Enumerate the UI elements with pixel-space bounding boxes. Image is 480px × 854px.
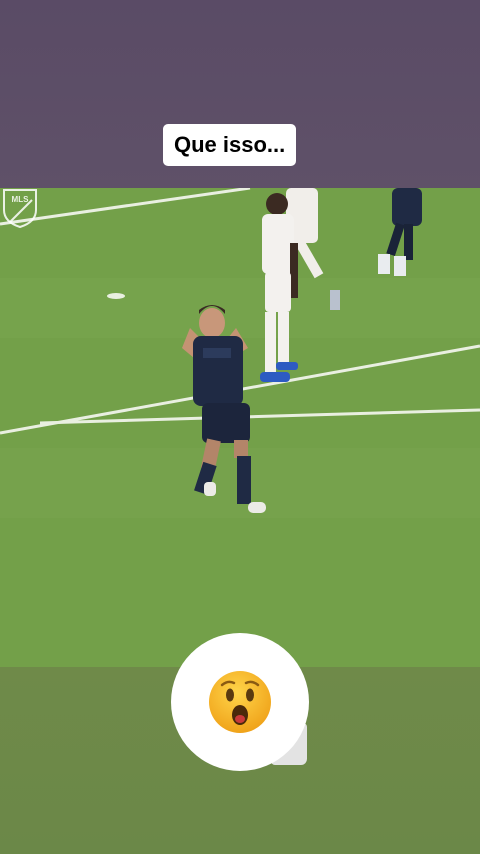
caption-box: Que isso... xyxy=(163,124,297,166)
astonished-face-icon xyxy=(209,671,271,733)
field-mark xyxy=(107,293,125,299)
mls-crest-icon: MLS xyxy=(3,189,37,228)
soccer-scene xyxy=(0,188,480,667)
svg-text:MLS: MLS xyxy=(12,195,30,204)
caption-text: Que isso... xyxy=(174,132,286,157)
emoji-reaction-sticker[interactable] xyxy=(171,633,309,771)
sticker-circle xyxy=(171,633,309,771)
instagram-story: Que isso... MLS xyxy=(0,0,480,854)
video-frame[interactable]: MLS xyxy=(0,188,480,667)
